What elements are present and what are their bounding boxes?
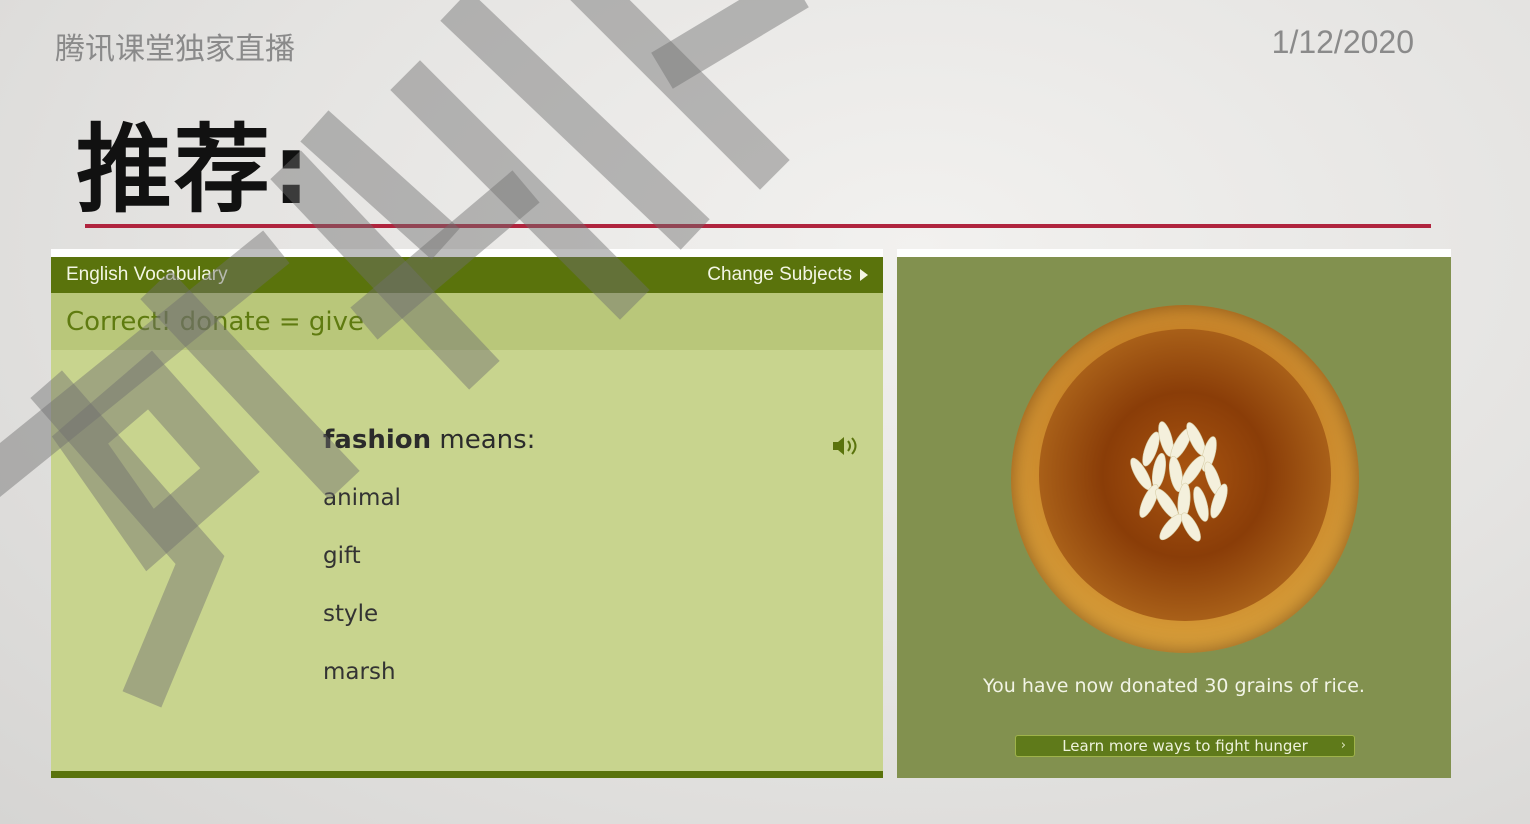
change-subjects-link[interactable]: Change Subjects xyxy=(707,264,868,286)
answer-option[interactable]: gift xyxy=(323,543,361,569)
subject-label: English Vocabulary xyxy=(66,264,228,285)
donation-status: You have now donated 30 grains of rice. xyxy=(983,675,1365,697)
learn-more-button[interactable]: Learn more ways to fight hunger › xyxy=(1015,735,1355,757)
donation-panel: You have now donated 30 grains of rice. … xyxy=(897,249,1451,778)
quiz-header-bar: English Vocabulary Change Subjects xyxy=(51,257,883,293)
chevron-right-icon: › xyxy=(1340,738,1346,753)
answer-option[interactable]: animal xyxy=(323,485,401,511)
slide-date: 1/12/2020 xyxy=(1271,24,1414,60)
learn-more-label: Learn more ways to fight hunger xyxy=(1062,737,1308,755)
quiz-bottom-bar xyxy=(51,771,883,778)
answer-option[interactable]: style xyxy=(323,601,378,627)
speaker-icon[interactable] xyxy=(831,433,861,459)
slide-title: 推荐: xyxy=(76,114,313,226)
answer-option[interactable]: marsh xyxy=(323,659,396,685)
play-arrow-icon xyxy=(860,269,868,281)
title-divider xyxy=(85,224,1431,228)
question-means: means: xyxy=(431,425,536,455)
change-subjects-label: Change Subjects xyxy=(707,264,852,285)
vocab-quiz: English Vocabulary Change Subjects Corre… xyxy=(51,249,883,778)
question-word: fashion xyxy=(323,425,432,455)
slide-header-left: 腾讯课堂独家直播 xyxy=(55,32,295,67)
rice-grains-icon xyxy=(1130,421,1228,542)
question-prompt: fashion means: xyxy=(323,425,535,455)
feedback-message: Correct! donate = give xyxy=(51,293,883,350)
